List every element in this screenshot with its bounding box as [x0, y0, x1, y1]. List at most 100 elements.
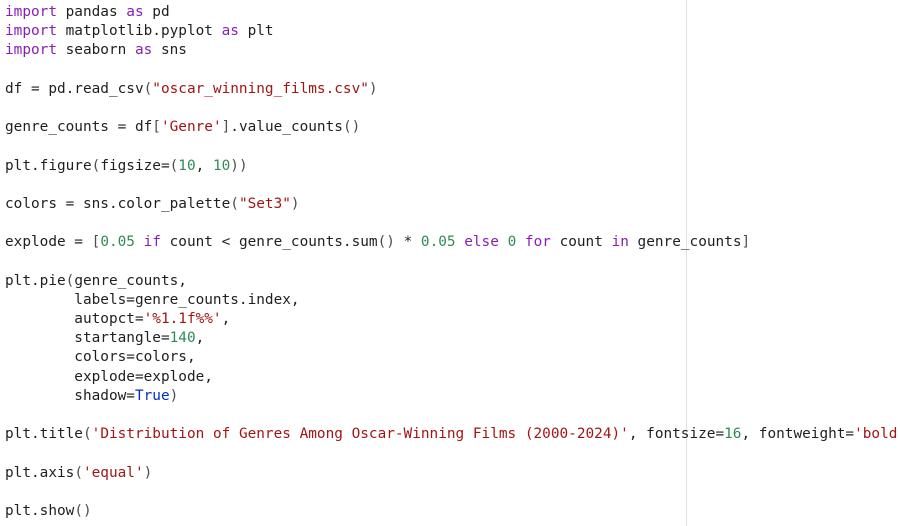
code-token: 10 [178, 157, 196, 174]
code-line[interactable]: df = pd.read_csv("oscar_winning_films.cs… [5, 80, 900, 99]
code-token: sns [152, 42, 187, 59]
code-token: import [5, 4, 57, 20]
code-token: count [550, 234, 612, 251]
code-token: True [134, 387, 170, 404]
code-line[interactable]: plt.pie(genre_counts, [5, 272, 900, 291]
code-token: 'equal' [82, 464, 144, 481]
code-token: 10 [212, 157, 231, 174]
code-token: ( [230, 195, 239, 212]
code-line[interactable]: ​ [5, 137, 900, 156]
code-token: 16 [724, 426, 742, 443]
code-token: df = pd.read_csv [5, 80, 144, 97]
code-token: colors = sns.color_palette [5, 195, 231, 212]
code-token: () [74, 502, 92, 519]
code-line[interactable]: startangle=140, [5, 329, 900, 348]
code-token: () [342, 119, 361, 136]
code-token: [ [152, 119, 161, 136]
code-token: ) [368, 80, 378, 97]
code-token: , [221, 311, 231, 327]
code-token: 'bold' [854, 426, 900, 443]
code-token: ( [82, 426, 92, 443]
code-token: ) [169, 387, 179, 404]
code-token: count < genre_counts.sum [160, 234, 378, 251]
code-line[interactable]: ​ [5, 406, 900, 425]
code-token: for [524, 234, 551, 251]
code-token: , [195, 157, 213, 174]
code-token: 140 [169, 330, 196, 347]
code-line[interactable]: ​ [5, 444, 900, 463]
code-token: ) [290, 195, 300, 212]
code-token: pandas [56, 4, 127, 20]
code-token: matplotlib.pyplot [56, 23, 222, 40]
code-token: pd [143, 4, 170, 20]
code-token: ( [143, 80, 153, 97]
code-token: shadow= [5, 387, 135, 404]
code-line[interactable]: ​ [5, 252, 900, 271]
code-token: ] [221, 119, 231, 136]
code-line[interactable]: plt.figure(figsize=(10, 10)) [5, 157, 900, 176]
code-line[interactable]: import seaborn as sns [5, 41, 900, 60]
code-line[interactable]: genre_counts = df['Genre'].value_counts(… [5, 118, 900, 137]
code-token: as [126, 4, 144, 20]
code-token: , fontweight= [741, 426, 855, 443]
code-token: else [464, 234, 499, 251]
code-token: import [5, 42, 57, 59]
code-token: plt.figure [5, 157, 92, 174]
code-token: )) [230, 157, 248, 174]
code-line[interactable]: ​ [5, 61, 900, 80]
code-line[interactable]: explode = [0.05 if count < genre_counts.… [5, 233, 900, 252]
code-token: as [221, 23, 239, 40]
code-token: ] [741, 234, 751, 251]
code-token: plt.title [5, 426, 83, 443]
code-line[interactable]: labels=genre_counts.index, [5, 291, 900, 310]
code-token: startangle= [5, 330, 170, 347]
code-block[interactable]: import pandas as pd import matplotlib.pyp… [5, 3, 900, 521]
code-token: import [5, 23, 57, 40]
code-token: ( [169, 157, 179, 174]
code-line[interactable]: import pandas as pd [5, 3, 900, 22]
code-token: plt.show [5, 502, 75, 519]
code-token: plt.axis [5, 464, 75, 481]
code-token: () [377, 234, 395, 251]
code-token: if [143, 234, 161, 251]
code-line[interactable]: ​ [5, 214, 900, 233]
code-line[interactable]: plt.show() [5, 502, 900, 521]
code-line[interactable]: colors = sns.color_palette("Set3") [5, 195, 900, 214]
code-token: '%1.1f%%' [143, 311, 222, 327]
code-token: in [611, 234, 629, 251]
code-token: labels=genre_counts.index, [5, 291, 300, 308]
code-line[interactable]: colors=colors, [5, 348, 900, 367]
code-token: ( [74, 464, 83, 481]
code-line[interactable]: import matplotlib.pyplot as plt [5, 22, 900, 41]
code-token: genre_counts, [74, 272, 187, 289]
code-token: , fontsize= [628, 426, 725, 443]
code-token: explode = [5, 234, 92, 251]
code-token: "oscar_winning_films.csv" [152, 80, 369, 97]
code-line[interactable]: autopct='%1.1f%%', [5, 310, 900, 329]
code-line[interactable]: ​ [5, 176, 900, 195]
code-token: 0.05 [420, 234, 456, 251]
code-line[interactable]: ​ [5, 99, 900, 118]
code-token: 'Genre' [160, 119, 222, 136]
code-token: "Set3" [238, 195, 291, 212]
code-token: ( [91, 157, 101, 174]
code-editor[interactable]: import pandas as pd import matplotlib.pyp… [0, 0, 900, 526]
code-token: * [394, 234, 421, 251]
code-token: autopct= [5, 311, 144, 327]
code-token: genre_counts [628, 234, 742, 251]
code-token: plt.pie [5, 272, 66, 289]
code-line[interactable]: ​ [5, 483, 900, 502]
code-token: .value_counts [230, 119, 343, 136]
code-line[interactable]: explode=explode, [5, 368, 900, 387]
code-line[interactable]: plt.title('Distribution of Genres Among … [5, 425, 900, 444]
code-token: seaborn [56, 42, 135, 59]
code-token: , [195, 330, 205, 347]
code-token: ) [143, 464, 153, 481]
code-line[interactable]: plt.axis('equal') [5, 464, 900, 483]
code-line[interactable]: shadow=True) [5, 387, 900, 406]
code-token: plt [238, 23, 274, 40]
code-token: 'Distribution of Genres Among Oscar-Winn… [91, 426, 629, 443]
